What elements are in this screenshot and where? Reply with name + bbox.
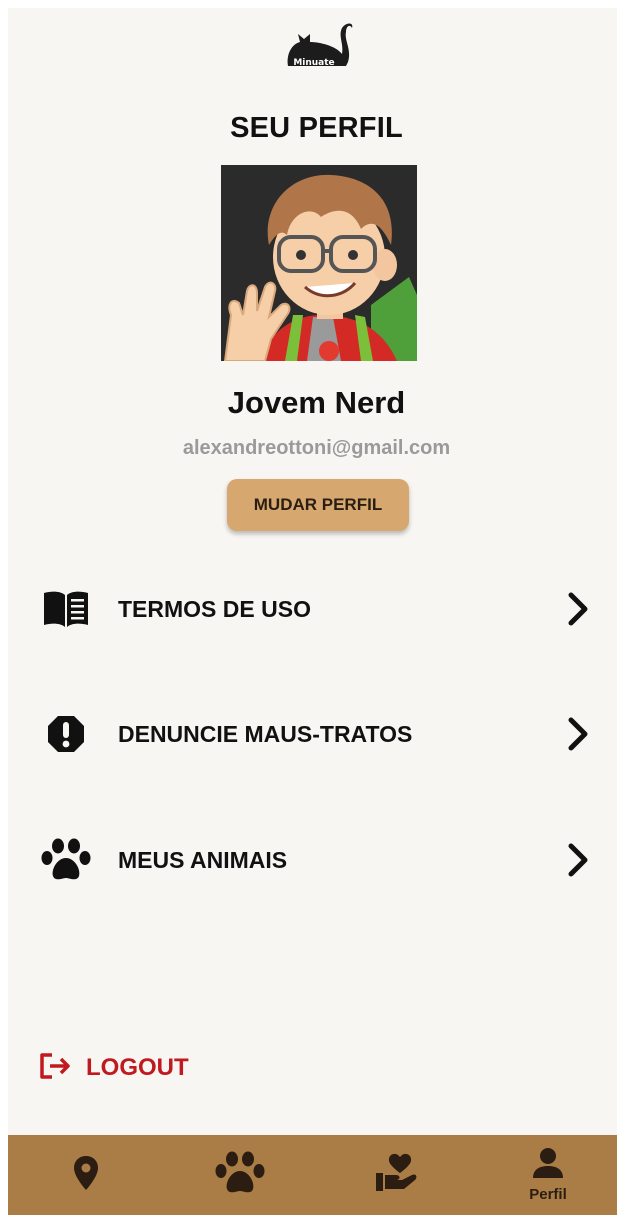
menu-item-terms[interactable]: TERMOS DE USO xyxy=(38,581,598,637)
person-icon xyxy=(531,1147,565,1184)
menu-item-my-animals[interactable]: MEUS ANIMAIS xyxy=(38,832,598,888)
alert-icon xyxy=(38,706,94,762)
user-email: alexandreottoni@gmail.com xyxy=(182,437,451,459)
nav-profile-label: Perfil xyxy=(529,1186,567,1203)
app-logo: Minuate xyxy=(280,14,356,74)
menu-item-label: MEUS ANIMAIS xyxy=(118,846,288,873)
menu-item-label: TERMOS DE USO xyxy=(118,595,311,622)
logo-text: Minuate xyxy=(293,58,334,68)
menu-item-label: DENUNCIE MAUS-TRATOS xyxy=(118,720,413,747)
change-profile-button[interactable]: MUDAR PERFIL xyxy=(227,479,409,531)
logout-icon xyxy=(38,1052,72,1085)
nav-profile[interactable]: Perfil xyxy=(498,1135,598,1215)
paw-icon xyxy=(215,1151,265,1200)
nav-donate[interactable] xyxy=(346,1135,446,1215)
nav-map[interactable] xyxy=(36,1135,136,1215)
menu-item-report-abuse[interactable]: DENUNCIE MAUS-TRATOS xyxy=(38,706,598,762)
user-name: Jovem Nerd xyxy=(227,385,406,420)
book-icon xyxy=(38,581,94,637)
paw-icon xyxy=(38,832,94,888)
avatar[interactable] xyxy=(221,165,417,361)
page-title: SEU PERFIL xyxy=(230,112,403,144)
bottom-nav: Perfil xyxy=(8,1135,617,1215)
donate-heart-icon xyxy=(374,1153,418,1198)
chevron-right-icon[interactable] xyxy=(558,589,598,629)
location-pin-icon xyxy=(73,1155,99,1196)
chevron-right-icon[interactable] xyxy=(558,714,598,754)
profile-screen: Minuate SEU PERFIL Jovem Nerd alexandreo… xyxy=(8,8,617,1215)
logout-label: LOGOUT xyxy=(86,1054,189,1081)
nav-animals[interactable] xyxy=(190,1135,290,1215)
chevron-right-icon[interactable] xyxy=(558,840,598,880)
logout-button[interactable]: LOGOUT xyxy=(38,1048,189,1088)
